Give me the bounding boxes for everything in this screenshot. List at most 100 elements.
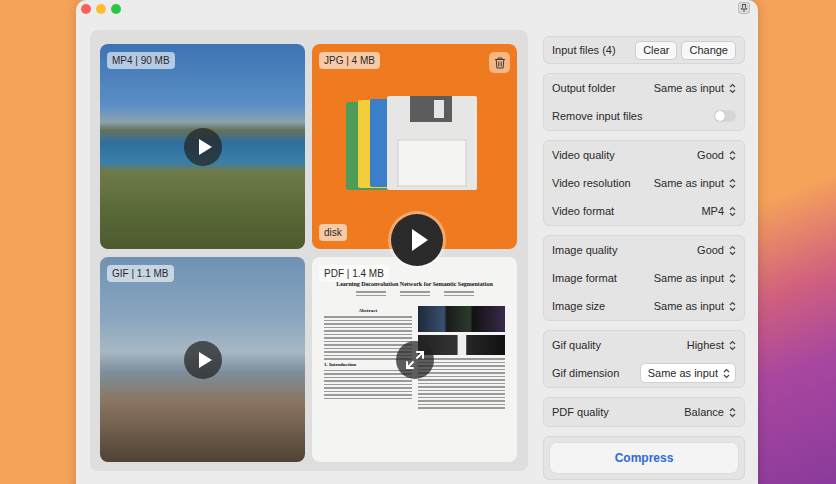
setting-row: Image format Same as input [552, 264, 736, 292]
toggle-switch[interactable] [714, 110, 736, 122]
text-line [324, 337, 412, 339]
settings-group: PDF qualityBalance [543, 397, 745, 427]
text-line [324, 344, 412, 346]
text-line [418, 400, 506, 402]
setting-row: PDF qualityBalance [552, 398, 736, 426]
window-control-button[interactable] [96, 4, 106, 14]
settings-panel: Input files (4)ClearChange Output folder S… [543, 36, 745, 480]
chevron-updown-icon[interactable] [729, 150, 736, 161]
play-button[interactable] [391, 214, 443, 266]
setting-row: Remove input files [552, 102, 736, 130]
app-window: MP4 | 90 MBJPG | 4 MBdiskGIF | 1.1 MBLea… [76, 0, 758, 484]
media-grid: MP4 | 90 MBJPG | 4 MBdiskGIF | 1.1 MBLea… [100, 44, 518, 462]
chevron-updown-icon[interactable] [729, 301, 736, 312]
setting-label: Image size [552, 298, 605, 315]
window-controls [81, 3, 121, 14]
setting-label: Image quality [552, 242, 617, 259]
file-badge: PDF | 1.4 MB [319, 265, 389, 282]
text-line [324, 316, 412, 318]
text-line [324, 380, 412, 382]
trash-icon[interactable] [493, 56, 507, 70]
document-figure [418, 306, 506, 332]
text-line [324, 373, 412, 375]
setting-value: Balance [684, 404, 724, 421]
play-button[interactable] [184, 128, 222, 166]
author-block [444, 291, 474, 298]
setting-select[interactable]: Balance [684, 404, 736, 421]
author-block [400, 291, 430, 298]
text-line [356, 291, 386, 293]
setting-select[interactable]: MP4 [701, 203, 736, 220]
setting-select[interactable]: Same as input [654, 175, 736, 192]
text-line [324, 341, 412, 343]
setting-value: Same as input [654, 80, 724, 97]
setting-label: Video format [552, 203, 614, 220]
expand-button[interactable] [396, 341, 434, 379]
window-control-button[interactable] [81, 4, 91, 14]
setting-select[interactable]: Same as input [640, 363, 736, 384]
main-area: MP4 | 90 MBJPG | 4 MBdiskGIF | 1.1 MBLea… [76, 16, 758, 480]
chevron-updown-icon[interactable] [729, 245, 736, 256]
chevron-updown-icon[interactable] [729, 340, 736, 351]
expand-icon[interactable] [396, 341, 434, 379]
setting-row: Gif dimension Same as input [552, 359, 736, 387]
input-buttons: ClearChange [635, 41, 736, 60]
media-tile[interactable]: GIF | 1.1 MB [100, 257, 305, 462]
file-badge: GIF | 1.1 MB [107, 265, 174, 282]
setting-select[interactable]: Same as input [654, 270, 736, 287]
document-title: Learning Deconvolution Network for Seman… [324, 281, 505, 288]
window-control-button[interactable] [111, 4, 121, 14]
chevron-updown-icon[interactable] [729, 407, 736, 418]
chevron-updown-icon[interactable] [729, 206, 736, 217]
author-block [356, 291, 386, 298]
chevron-updown-icon[interactable] [723, 368, 730, 379]
play-icon[interactable] [184, 341, 222, 379]
setting-label: Gif dimension [552, 365, 619, 382]
setting-row: Video resolutionSame as input [552, 169, 736, 197]
text-line [324, 323, 412, 325]
setting-value: Highest [687, 337, 724, 354]
setting-select[interactable]: Good [697, 242, 736, 259]
text-line [418, 376, 506, 378]
setting-select[interactable]: Good [697, 147, 736, 164]
setting-select[interactable]: Same as input [654, 80, 736, 97]
setting-select[interactable]: Same as input [654, 298, 736, 315]
text-line [324, 387, 412, 389]
settings-group: Image quality Good Image format Same as inp… [543, 235, 745, 321]
compress-button[interactable]: Compress [549, 442, 739, 474]
chevron-updown-icon[interactable] [729, 83, 736, 94]
text-line [418, 404, 506, 406]
file-badge: MP4 | 90 MB [107, 52, 175, 69]
setting-label: Output folder [552, 80, 616, 97]
text-line [418, 383, 506, 385]
chevron-updown-icon[interactable] [729, 178, 736, 189]
input-files-group: Input files (4)ClearChange [543, 36, 745, 64]
media-panel: MP4 | 90 MBJPG | 4 MBdiskGIF | 1.1 MBLea… [90, 30, 528, 471]
text-line [400, 291, 430, 293]
text-line [418, 397, 506, 399]
media-tile[interactable]: MP4 | 90 MB [100, 44, 305, 249]
setting-value: Same as input [648, 365, 718, 382]
setting-label: Remove input files [552, 108, 643, 125]
media-tile[interactable]: Learning Deconvolution Network for Seman… [312, 257, 517, 462]
action-group: Compress [543, 436, 745, 480]
setting-label: Image format [552, 270, 617, 287]
chevron-updown-icon[interactable] [729, 273, 736, 284]
settings-group: Video qualityGoodVideo resolutionSame as… [543, 140, 745, 226]
setting-select[interactable]: Highest [687, 337, 736, 354]
play-icon[interactable] [391, 214, 443, 266]
text-line [324, 330, 412, 332]
text-line [418, 379, 506, 381]
settings-group: Output folder Same as input Remove input f… [543, 73, 745, 131]
change-button[interactable]: Change [681, 41, 736, 60]
settings-group: Gif quality Highest Gif dimension Same as i… [543, 330, 745, 388]
text-line [324, 334, 412, 336]
file-caption: disk [319, 224, 347, 241]
setting-label: Gif quality [552, 337, 601, 354]
play-button[interactable] [184, 341, 222, 379]
play-icon[interactable] [184, 128, 222, 166]
pin-icon[interactable] [738, 2, 750, 14]
clear-button[interactable]: Clear [635, 41, 677, 60]
text-line [444, 295, 474, 297]
delete-button[interactable] [489, 52, 510, 73]
